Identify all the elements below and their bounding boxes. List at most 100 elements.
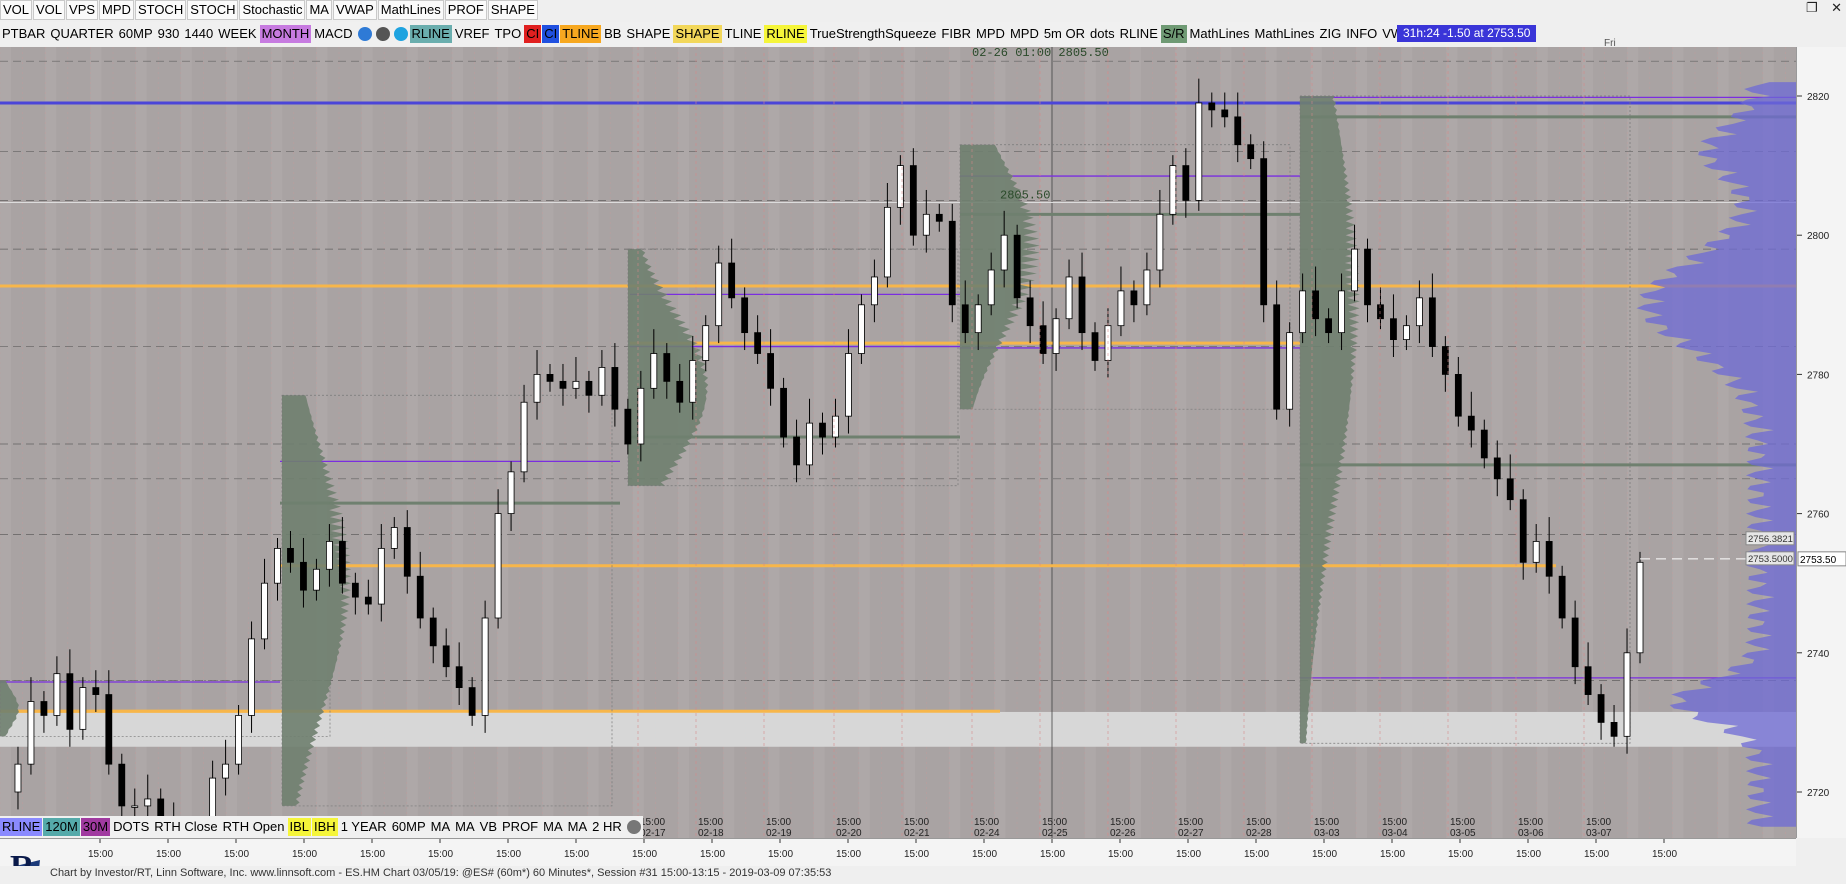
bottom-ma-button[interactable]: MA xyxy=(566,818,590,836)
study-dots-button[interactable]: dots xyxy=(1088,25,1117,43)
candle-up xyxy=(572,380,580,389)
time-tick-label: 15:00 xyxy=(156,849,181,860)
bottom-60mp-button[interactable]: 60MP xyxy=(390,818,428,836)
top-mathlines-button[interactable]: MathLines xyxy=(377,0,444,20)
candle-up xyxy=(858,304,865,354)
time-axis[interactable]: 15:00 15:00 15:00 15:00 15:00 15:00 15:00 15:00… xyxy=(0,838,1796,869)
chart-footer: Chart by Investor/RT, Linn Software, Inc… xyxy=(0,866,1846,881)
price-axis[interactable]: 2820 2800 2780 2760 2740 2720 2753.50 xyxy=(1796,47,1846,838)
study-rline-button[interactable]: RLINE xyxy=(409,25,452,43)
candle-down xyxy=(364,596,372,605)
close-icon[interactable]: ✕ xyxy=(1831,0,1842,15)
study-shape-button[interactable]: SHAPE xyxy=(624,25,672,43)
study-60mp-button[interactable]: 60MP xyxy=(117,25,155,43)
study-rline-button[interactable]: RLINE xyxy=(1118,25,1160,43)
study-tline-button[interactable]: TLINE xyxy=(723,25,764,43)
top-stoch-button[interactable]: STOCH xyxy=(134,0,187,20)
time-tick-label: 15:00 xyxy=(768,849,793,860)
candle-up xyxy=(274,547,281,584)
time-tick-label: 15:00 xyxy=(1516,849,1541,860)
bottom-2-hr-button[interactable]: 2 HR xyxy=(590,818,624,836)
bottom-dots-button[interactable]: DOTS xyxy=(111,818,151,836)
time-tick-label: 15:00 xyxy=(1584,849,1609,860)
top-vwap-button[interactable]: VWAP xyxy=(332,0,377,20)
candle-up xyxy=(481,617,489,716)
candle-up xyxy=(650,353,658,389)
bottom-ma-button[interactable]: MA xyxy=(541,818,565,836)
study-1440-button[interactable]: 1440 xyxy=(182,25,215,43)
top-ma-button[interactable]: MA xyxy=(306,0,332,20)
candle-down xyxy=(1493,457,1501,480)
study-s-r-button[interactable]: S/R xyxy=(1160,25,1187,43)
study-930-button[interactable]: 930 xyxy=(156,25,182,43)
pencil-icon[interactable] xyxy=(375,27,390,41)
price-chart[interactable]: 02-26 01:00 2805.502805.5015:0002-1715:0… xyxy=(0,47,1796,838)
candle-down xyxy=(546,373,554,382)
drop-icon[interactable] xyxy=(393,27,408,41)
study-quarter-button[interactable]: QUARTER xyxy=(48,25,115,43)
candle-down xyxy=(819,422,826,438)
session-time-label: 15:00 xyxy=(836,817,861,828)
pencil-icon[interactable] xyxy=(626,820,641,834)
study-macd-button[interactable]: MACD xyxy=(312,25,354,43)
bottom-ma-button[interactable]: MA xyxy=(429,818,453,836)
session-date-label: 03-03 xyxy=(1314,828,1340,838)
bottom-30m-button[interactable]: 30M xyxy=(80,818,111,836)
study-5m-or-button[interactable]: 5m OR xyxy=(1042,25,1087,43)
candle-down xyxy=(1026,297,1034,327)
study-tpo-button[interactable]: TPO xyxy=(492,25,523,43)
study-ci-button[interactable]: CI xyxy=(542,25,560,43)
bottom-ibl-button[interactable]: IBL xyxy=(287,818,312,836)
bottom-ma-button[interactable]: MA xyxy=(453,818,477,836)
candle-up xyxy=(14,763,22,793)
clock-icon[interactable] xyxy=(357,27,372,41)
study-mpd-button[interactable]: MPD xyxy=(1008,25,1041,43)
bottom-rline-button[interactable]: RLINE xyxy=(0,818,43,836)
study-week-button[interactable]: WEEK xyxy=(216,25,258,43)
top-shape-button[interactable]: SHAPE xyxy=(487,0,538,20)
study-truestrengthsqueeze-button[interactable]: TrueStrengthSqueeze xyxy=(808,25,939,43)
study-zig-button[interactable]: ZIG xyxy=(1318,25,1344,43)
study-mpd-button[interactable]: MPD xyxy=(974,25,1007,43)
study-ci-button[interactable]: CI xyxy=(524,25,542,43)
bottom-rth-open-button[interactable]: RTH Open xyxy=(221,818,287,836)
study-rline-button[interactable]: RLINE xyxy=(764,25,807,43)
study-month-button[interactable]: MONTH xyxy=(259,25,312,43)
candle-down xyxy=(948,220,956,306)
top-prof-button[interactable]: PROF xyxy=(444,0,487,20)
study-mathlines-button[interactable]: MathLines xyxy=(1188,25,1252,43)
candle-down xyxy=(1364,248,1371,306)
candle-up xyxy=(1299,290,1307,334)
bottom-rth-close-button[interactable]: RTH Close xyxy=(152,818,219,836)
study-info-button[interactable]: INFO xyxy=(1344,25,1379,43)
top-vps-button[interactable]: VPS xyxy=(66,0,99,20)
study-tline-button[interactable]: TLINE xyxy=(560,25,602,43)
study-mathlines-button[interactable]: MathLines xyxy=(1253,25,1317,43)
candle-down xyxy=(1091,332,1099,361)
bottom-120m-button[interactable]: 120M xyxy=(43,818,80,836)
bottom-prof-button[interactable]: PROF xyxy=(500,818,540,836)
top-mpd-button[interactable]: MPD xyxy=(99,0,134,20)
bottom-ibh-button[interactable]: IBH xyxy=(312,818,338,836)
candle-down xyxy=(287,547,294,563)
study-fibr-button[interactable]: FIBR xyxy=(939,25,973,43)
bottom-vb-button[interactable]: VB xyxy=(478,818,499,836)
study-shape-button[interactable]: SHAPE xyxy=(673,25,722,43)
candle-down xyxy=(1519,499,1527,563)
candle-up xyxy=(1052,318,1060,354)
session-time-label: 15:00 xyxy=(904,817,929,828)
candle-up xyxy=(1195,102,1203,201)
candle-down xyxy=(1610,722,1618,737)
price-tick-label: 2780 xyxy=(1807,370,1830,381)
top-vol-button[interactable]: VOL xyxy=(0,0,33,20)
bottom-1-year-button[interactable]: 1 YEAR xyxy=(339,818,389,836)
top-stoch-button[interactable]: STOCH xyxy=(187,0,239,20)
study-bb-button[interactable]: BB xyxy=(602,25,623,43)
study-vref-button[interactable]: VREF xyxy=(453,25,492,43)
time-tick-label: 15:00 xyxy=(360,849,385,860)
candle-up xyxy=(974,304,982,334)
study-ptbar-button[interactable]: PTBAR xyxy=(0,25,47,43)
restore-icon[interactable]: ❐ xyxy=(1806,0,1818,15)
top-stochastic-button[interactable]: Stochastic xyxy=(239,0,306,20)
top-vol-button[interactable]: VOL xyxy=(33,0,66,20)
